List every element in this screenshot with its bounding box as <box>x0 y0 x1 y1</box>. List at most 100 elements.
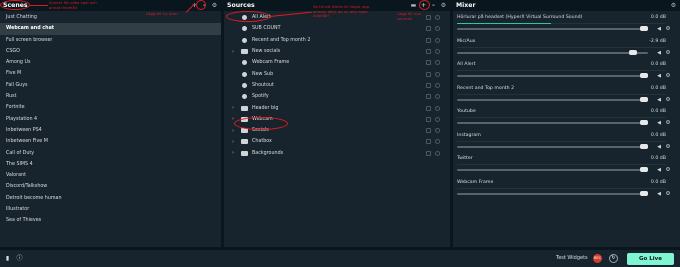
scene-item[interactable]: Webcam and chat <box>0 23 221 35</box>
lock-icon[interactable] <box>426 116 431 122</box>
test-widgets-button[interactable]: Test Widgets <box>556 255 588 261</box>
volume-slider-knob[interactable] <box>640 190 648 196</box>
expand-chevron-icon[interactable]: › <box>232 49 238 55</box>
source-item[interactable]: SUB COUNT <box>224 23 450 34</box>
scene-item[interactable]: The SIMS 4 <box>0 159 221 170</box>
gear-icon[interactable]: ⚙ <box>665 167 671 173</box>
scene-item[interactable]: Valorant <box>0 170 221 181</box>
scene-item[interactable]: Fortnite <box>0 102 221 113</box>
lock-icon[interactable] <box>426 26 431 32</box>
visibility-eye-icon[interactable] <box>435 15 440 21</box>
speaker-icon[interactable]: ◀ <box>656 120 662 126</box>
volume-slider-knob[interactable] <box>640 96 648 102</box>
speaker-icon[interactable]: ◀ <box>656 191 662 197</box>
scene-item[interactable]: Full screen browser <box>0 35 221 46</box>
source-item[interactable]: Recent and Top month 2 <box>224 35 450 46</box>
source-item[interactable]: › Chatbox <box>224 136 450 147</box>
scene-item[interactable]: Among Us <box>0 57 221 68</box>
scene-item[interactable]: Detroit become human <box>0 193 221 204</box>
lock-icon[interactable] <box>426 71 431 77</box>
source-settings-icon[interactable]: ⚙ <box>440 2 447 9</box>
volume-slider[interactable] <box>457 49 648 55</box>
volume-slider[interactable] <box>457 190 648 196</box>
expand-chevron-icon[interactable]: › <box>232 105 238 111</box>
speaker-icon[interactable]: ◀ <box>656 26 662 32</box>
volume-slider-knob[interactable] <box>640 73 648 78</box>
folder-icon[interactable]: ▬ <box>410 2 417 9</box>
volume-slider[interactable] <box>457 26 648 31</box>
gear-icon[interactable]: ⚙ <box>665 73 671 79</box>
speaker-icon[interactable]: ◀ <box>656 73 662 79</box>
scene-item[interactable]: Inbetween Five M <box>0 136 221 147</box>
gear-icon[interactable]: ⚙ <box>665 120 671 126</box>
scene-item[interactable]: Five M <box>0 68 221 79</box>
lock-icon[interactable] <box>426 94 431 100</box>
speaker-icon[interactable]: ◀ <box>656 97 662 103</box>
go-live-button[interactable]: Go Live <box>627 253 674 265</box>
volume-slider[interactable] <box>457 73 648 78</box>
source-item[interactable]: Spotify <box>224 91 450 102</box>
source-item[interactable]: Shoutout <box>224 80 450 91</box>
visibility-eye-icon[interactable] <box>435 37 440 43</box>
visibility-eye-icon[interactable] <box>435 60 440 66</box>
remove-source-icon[interactable]: – <box>430 2 437 9</box>
lock-icon[interactable] <box>426 128 431 134</box>
lock-icon[interactable] <box>426 105 431 111</box>
speaker-icon[interactable]: ◀ <box>656 50 662 56</box>
visibility-eye-icon[interactable] <box>435 116 440 122</box>
visibility-eye-icon[interactable] <box>435 71 440 77</box>
expand-chevron-icon[interactable]: › <box>232 128 238 134</box>
scene-item[interactable]: Call of Duty <box>0 148 221 159</box>
mixer-settings-icon[interactable]: ⚙ <box>670 2 677 9</box>
lock-icon[interactable] <box>426 139 431 145</box>
source-item[interactable]: › Header big <box>224 102 450 113</box>
gear-icon[interactable]: ⚙ <box>665 191 671 197</box>
performance-icon[interactable]: ▮ <box>4 255 11 262</box>
speaker-icon[interactable]: ◀ <box>656 144 662 150</box>
expand-chevron-icon[interactable]: › <box>232 150 238 156</box>
scene-item[interactable]: Fall Guys <box>0 80 221 91</box>
speaker-icon[interactable]: ◀ <box>656 167 662 173</box>
scene-item[interactable]: Playstation 4 <box>0 114 221 125</box>
volume-slider-knob[interactable] <box>640 143 648 149</box>
scene-item[interactable]: CSGO <box>0 46 221 57</box>
scene-item[interactable]: Illustrator <box>0 204 221 215</box>
record-button[interactable]: REC <box>593 254 602 263</box>
source-item[interactable]: New Sub <box>224 68 450 79</box>
scene-item[interactable]: Sea of Thieves <box>0 215 221 226</box>
visibility-eye-icon[interactable] <box>435 150 440 156</box>
visibility-eye-icon[interactable] <box>435 26 440 32</box>
scene-item[interactable]: Inbetween PS4 <box>0 125 221 136</box>
volume-slider-knob[interactable] <box>628 49 637 55</box>
volume-slider[interactable] <box>457 143 648 149</box>
gear-icon[interactable]: ⚙ <box>665 26 671 32</box>
source-item[interactable]: › New socials <box>224 46 450 57</box>
lock-icon[interactable] <box>426 49 431 55</box>
scene-item[interactable]: Discord/Talkshow <box>0 181 221 192</box>
volume-slider[interactable] <box>457 167 648 172</box>
volume-slider-knob[interactable] <box>640 167 648 172</box>
volume-slider[interactable] <box>457 96 648 102</box>
visibility-eye-icon[interactable] <box>435 94 440 100</box>
lock-icon[interactable] <box>426 37 431 43</box>
gear-icon[interactable]: ⚙ <box>665 97 671 103</box>
scene-settings-icon[interactable]: ⚙ <box>211 2 218 9</box>
gear-icon[interactable]: ⚙ <box>665 144 671 150</box>
info-icon[interactable]: ⓘ <box>16 255 23 262</box>
lock-icon[interactable] <box>426 150 431 156</box>
visibility-eye-icon[interactable] <box>435 105 440 111</box>
visibility-eye-icon[interactable] <box>435 82 440 88</box>
replay-buffer-icon[interactable]: ↻ <box>609 254 618 263</box>
volume-slider[interactable] <box>457 120 648 125</box>
source-item[interactable]: › Backgrounds <box>224 148 450 159</box>
visibility-eye-icon[interactable] <box>435 128 440 134</box>
scene-item[interactable]: Rust <box>0 91 221 102</box>
lock-icon[interactable] <box>426 60 431 66</box>
volume-slider-knob[interactable] <box>640 26 648 31</box>
visibility-eye-icon[interactable] <box>435 49 440 55</box>
volume-slider-knob[interactable] <box>640 120 648 125</box>
expand-chevron-icon[interactable]: › <box>232 139 238 145</box>
gear-icon[interactable]: ⚙ <box>665 50 671 56</box>
visibility-eye-icon[interactable] <box>435 139 440 145</box>
source-item[interactable]: Webcam Frame <box>224 57 450 68</box>
